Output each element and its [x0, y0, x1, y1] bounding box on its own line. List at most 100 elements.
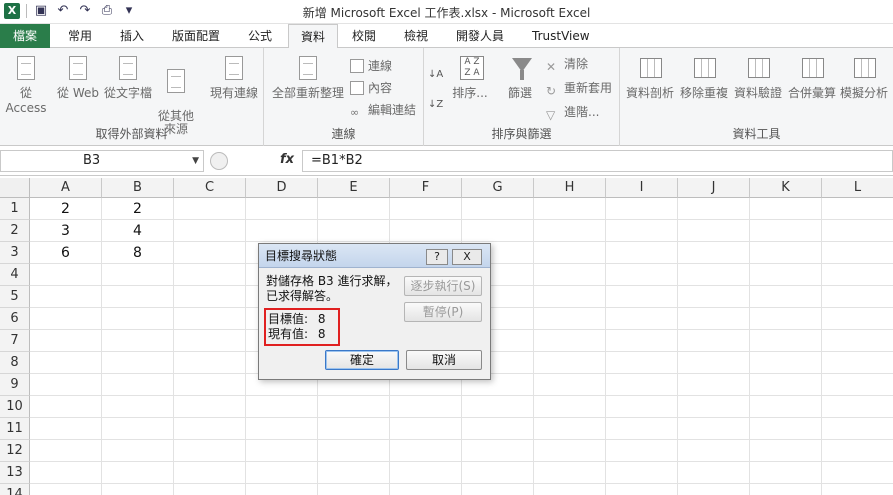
cell-g11[interactable]	[462, 418, 534, 440]
cell-d1[interactable]	[246, 198, 318, 220]
column-header-e[interactable]: E	[318, 178, 390, 198]
cell-b1[interactable]: 2	[102, 198, 174, 220]
cell-l7[interactable]	[822, 330, 893, 352]
cell-i4[interactable]	[606, 264, 678, 286]
row-header-7[interactable]: 7	[0, 330, 30, 352]
cell-b4[interactable]	[102, 264, 174, 286]
cell-a4[interactable]	[30, 264, 102, 286]
cell-h12[interactable]	[534, 440, 606, 462]
cell-a9[interactable]	[30, 374, 102, 396]
tab-review[interactable]: 校閱	[340, 24, 388, 48]
cell-h8[interactable]	[534, 352, 606, 374]
cell-h5[interactable]	[534, 286, 606, 308]
cell-j8[interactable]	[678, 352, 750, 374]
cell-c8[interactable]	[174, 352, 246, 374]
cell-b2[interactable]: 4	[102, 220, 174, 242]
cell-b12[interactable]	[102, 440, 174, 462]
cell-e10[interactable]	[318, 396, 390, 418]
cell-d2[interactable]	[246, 220, 318, 242]
tab-file[interactable]: 檔案	[0, 24, 50, 48]
cell-i2[interactable]	[606, 220, 678, 242]
cell-k12[interactable]	[750, 440, 822, 462]
column-header-j[interactable]: J	[678, 178, 750, 198]
cell-b13[interactable]	[102, 462, 174, 484]
edit-links-button[interactable]: ∞ 編輯連結	[348, 100, 416, 120]
insert-function-icon[interactable]: fx	[280, 152, 294, 167]
row-header-1[interactable]: 1	[0, 198, 30, 220]
cell-g10[interactable]	[462, 396, 534, 418]
tab-insert[interactable]: 插入	[108, 24, 156, 48]
cell-j7[interactable]	[678, 330, 750, 352]
cell-i9[interactable]	[606, 374, 678, 396]
cell-h3[interactable]	[534, 242, 606, 264]
cell-h14[interactable]	[534, 484, 606, 495]
filter-button[interactable]: 篩選	[498, 52, 542, 101]
cell-c1[interactable]	[174, 198, 246, 220]
cell-l10[interactable]	[822, 396, 893, 418]
cell-a7[interactable]	[30, 330, 102, 352]
cell-c9[interactable]	[174, 374, 246, 396]
cell-k9[interactable]	[750, 374, 822, 396]
cell-a14[interactable]	[30, 484, 102, 495]
cell-l3[interactable]	[822, 242, 893, 264]
cell-d13[interactable]	[246, 462, 318, 484]
remove-duplicates-button[interactable]: 移除重複	[678, 52, 730, 101]
cell-l12[interactable]	[822, 440, 893, 462]
cell-l14[interactable]	[822, 484, 893, 495]
cell-a10[interactable]	[30, 396, 102, 418]
cell-b3[interactable]: 8	[102, 242, 174, 264]
cell-c11[interactable]	[174, 418, 246, 440]
tab-trustview[interactable]: TrustView	[520, 24, 602, 48]
cell-a13[interactable]	[30, 462, 102, 484]
cell-k7[interactable]	[750, 330, 822, 352]
what-if-analysis-button[interactable]: 模擬分析	[838, 52, 890, 101]
column-header-d[interactable]: D	[246, 178, 318, 198]
cell-a3[interactable]: 6	[30, 242, 102, 264]
name-box-dropdown-icon[interactable]: ▼	[192, 151, 199, 171]
ok-button[interactable]: 確定	[325, 350, 399, 370]
cell-j4[interactable]	[678, 264, 750, 286]
cell-c7[interactable]	[174, 330, 246, 352]
cell-c3[interactable]	[174, 242, 246, 264]
row-header-6[interactable]: 6	[0, 308, 30, 330]
cell-b5[interactable]	[102, 286, 174, 308]
cell-j11[interactable]	[678, 418, 750, 440]
cell-f10[interactable]	[390, 396, 462, 418]
cell-l1[interactable]	[822, 198, 893, 220]
cell-g14[interactable]	[462, 484, 534, 495]
cell-h9[interactable]	[534, 374, 606, 396]
cell-h7[interactable]	[534, 330, 606, 352]
cell-e1[interactable]	[318, 198, 390, 220]
cell-b8[interactable]	[102, 352, 174, 374]
cell-k4[interactable]	[750, 264, 822, 286]
column-header-k[interactable]: K	[750, 178, 822, 198]
cell-k2[interactable]	[750, 220, 822, 242]
cell-i5[interactable]	[606, 286, 678, 308]
cell-j1[interactable]	[678, 198, 750, 220]
sort-az-button[interactable]: ↓A	[426, 62, 444, 82]
cell-c10[interactable]	[174, 396, 246, 418]
cell-j14[interactable]	[678, 484, 750, 495]
formula-expand-icon[interactable]	[210, 152, 228, 170]
cell-c13[interactable]	[174, 462, 246, 484]
tab-data[interactable]: 資料	[288, 24, 339, 49]
row-header-13[interactable]: 13	[0, 462, 30, 484]
row-header-8[interactable]: 8	[0, 352, 30, 374]
cell-l2[interactable]	[822, 220, 893, 242]
cell-c4[interactable]	[174, 264, 246, 286]
from-text-button[interactable]: 從文字檔	[102, 52, 154, 101]
cell-a6[interactable]	[30, 308, 102, 330]
row-header-2[interactable]: 2	[0, 220, 30, 242]
cell-f14[interactable]	[390, 484, 462, 495]
data-validation-button[interactable]: 資料驗證	[732, 52, 784, 101]
cell-i14[interactable]	[606, 484, 678, 495]
cell-e2[interactable]	[318, 220, 390, 242]
cell-g2[interactable]	[462, 220, 534, 242]
cell-l6[interactable]	[822, 308, 893, 330]
cell-a2[interactable]: 3	[30, 220, 102, 242]
cell-k3[interactable]	[750, 242, 822, 264]
column-header-i[interactable]: I	[606, 178, 678, 198]
row-header-9[interactable]: 9	[0, 374, 30, 396]
cell-e13[interactable]	[318, 462, 390, 484]
cell-f13[interactable]	[390, 462, 462, 484]
